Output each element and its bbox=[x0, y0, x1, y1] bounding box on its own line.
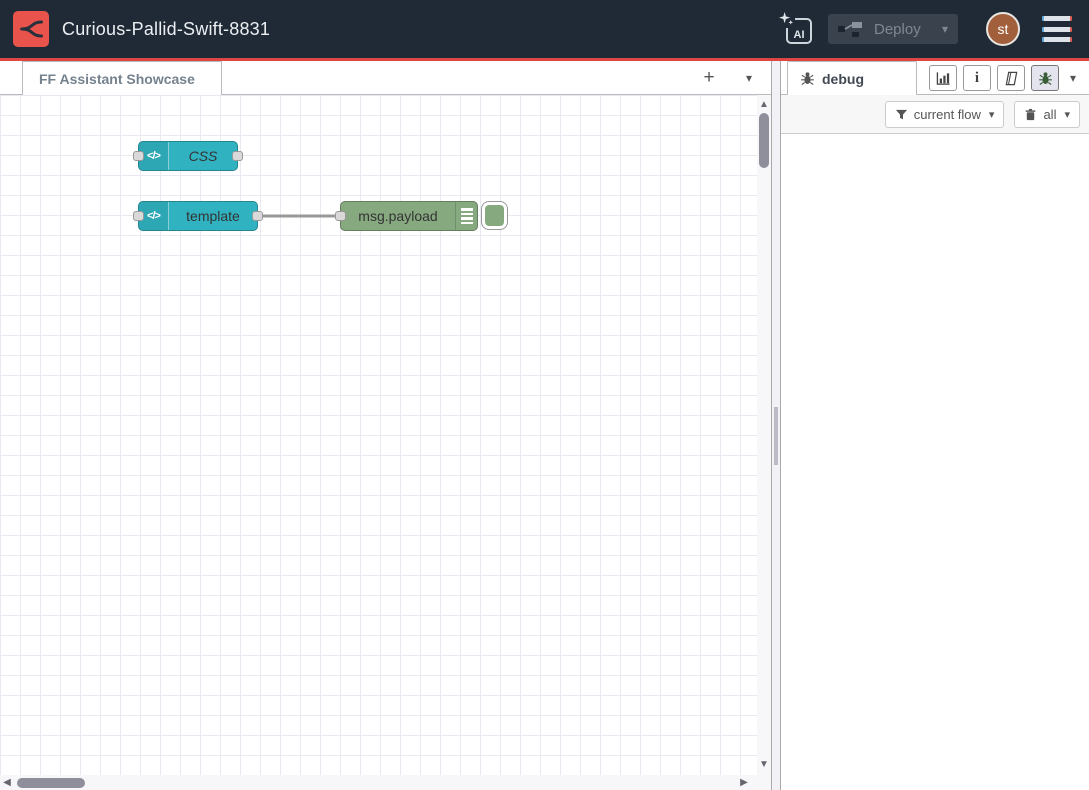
debug-sidebar-button[interactable] bbox=[1031, 65, 1059, 91]
node-label: CSS bbox=[169, 142, 237, 170]
node-input-port[interactable] bbox=[335, 211, 346, 221]
horizontal-scroll-thumb[interactable] bbox=[17, 778, 85, 788]
dashboard-chart-button[interactable] bbox=[929, 65, 957, 91]
instance-title: Curious-Pallid-Swift-8831 bbox=[62, 19, 270, 40]
node-red-logo-icon[interactable] bbox=[13, 11, 49, 47]
node-input-port[interactable] bbox=[133, 211, 144, 221]
hamburger-icon bbox=[1042, 16, 1072, 21]
node-css[interactable]: </> CSS bbox=[138, 141, 238, 171]
scroll-left-arrow[interactable]: ◀ bbox=[0, 775, 14, 789]
book-icon bbox=[1004, 71, 1019, 86]
deploy-button[interactable]: Deploy ▾ bbox=[828, 14, 958, 44]
deploy-caret-icon[interactable]: ▾ bbox=[942, 22, 948, 36]
node-output-port[interactable] bbox=[252, 211, 263, 221]
clear-caret-icon: ▾ bbox=[1064, 108, 1070, 121]
filter-label: current flow bbox=[914, 107, 981, 122]
scrollbar-corner bbox=[757, 775, 771, 790]
debug-toolbar: current flow ▾ all ▾ bbox=[781, 95, 1089, 134]
bug-icon bbox=[1038, 71, 1053, 86]
debug-sidebar: debug i bbox=[781, 61, 1089, 790]
flow-canvas[interactable]: </> CSS </> template msg.payload bbox=[0, 95, 757, 775]
user-avatar[interactable]: st bbox=[986, 12, 1020, 46]
workspace-tab-label: FF Assistant Showcase bbox=[39, 71, 195, 87]
clear-label: all bbox=[1043, 107, 1056, 122]
node-label: template bbox=[169, 202, 257, 230]
scroll-right-arrow[interactable]: ▶ bbox=[737, 775, 751, 789]
sidebar-options-caret-icon[interactable]: ▾ bbox=[1063, 65, 1083, 91]
help-sidebar-button[interactable] bbox=[997, 65, 1025, 91]
node-input-port[interactable] bbox=[133, 151, 144, 161]
debug-clear-button[interactable]: all ▾ bbox=[1014, 101, 1080, 128]
wire-layer bbox=[0, 95, 757, 775]
bug-icon bbox=[800, 71, 815, 86]
trash-icon bbox=[1024, 108, 1037, 121]
flow-list-caret-icon[interactable]: ▾ bbox=[739, 65, 759, 91]
bar-chart-icon bbox=[936, 71, 951, 86]
node-debug-msg-payload[interactable]: msg.payload bbox=[340, 201, 478, 231]
deploy-nodes-icon bbox=[838, 21, 862, 37]
node-red-editor: Curious-Pallid-Swift-8831 AI bbox=[0, 0, 1089, 790]
canvas-vertical-scrollbar[interactable]: ▲ ▼ bbox=[757, 95, 771, 775]
separator-drag-handle[interactable] bbox=[774, 407, 778, 465]
node-template[interactable]: </> template bbox=[138, 201, 258, 231]
sidebar-header: debug i bbox=[781, 61, 1089, 95]
workspace-tab-bar: FF Assistant Showcase + ▾ bbox=[0, 61, 771, 95]
vertical-scroll-thumb[interactable] bbox=[759, 113, 769, 168]
node-output-port[interactable] bbox=[232, 151, 243, 161]
sidebar-tab-debug[interactable]: debug bbox=[787, 61, 917, 95]
canvas-horizontal-scrollbar[interactable]: ◀ ▶ bbox=[0, 775, 757, 790]
main-menu-button[interactable] bbox=[1042, 16, 1072, 42]
filter-funnel-icon bbox=[895, 108, 908, 121]
scroll-up-arrow[interactable]: ▲ bbox=[757, 97, 771, 111]
info-sidebar-button[interactable]: i bbox=[963, 65, 991, 91]
sidebar-tab-buttons: i bbox=[929, 65, 1059, 91]
branch-icon bbox=[17, 15, 45, 43]
info-icon: i bbox=[975, 70, 979, 87]
scroll-down-arrow[interactable]: ▼ bbox=[757, 757, 771, 771]
debug-list-icon bbox=[455, 202, 477, 230]
debug-message-list[interactable] bbox=[781, 134, 1089, 789]
deploy-label: Deploy bbox=[874, 21, 921, 38]
sparkle-icon bbox=[778, 11, 795, 28]
header-actions: AI Deploy ▾ st bbox=[778, 11, 1089, 47]
sidebar-resize-separator[interactable] bbox=[771, 61, 781, 790]
ai-assistant-button[interactable]: AI bbox=[778, 11, 814, 47]
debug-filter-button[interactable]: current flow ▾ bbox=[885, 101, 1005, 128]
app-header: Curious-Pallid-Swift-8831 AI bbox=[0, 0, 1089, 61]
debug-enable-toggle[interactable] bbox=[481, 201, 508, 230]
sidebar-tab-label: debug bbox=[822, 71, 864, 87]
filter-caret-icon: ▾ bbox=[989, 108, 995, 121]
workspace-tab-ff-assistant-showcase[interactable]: FF Assistant Showcase bbox=[22, 61, 222, 95]
node-label: msg.payload bbox=[341, 202, 455, 230]
add-flow-button[interactable]: + bbox=[695, 65, 723, 91]
